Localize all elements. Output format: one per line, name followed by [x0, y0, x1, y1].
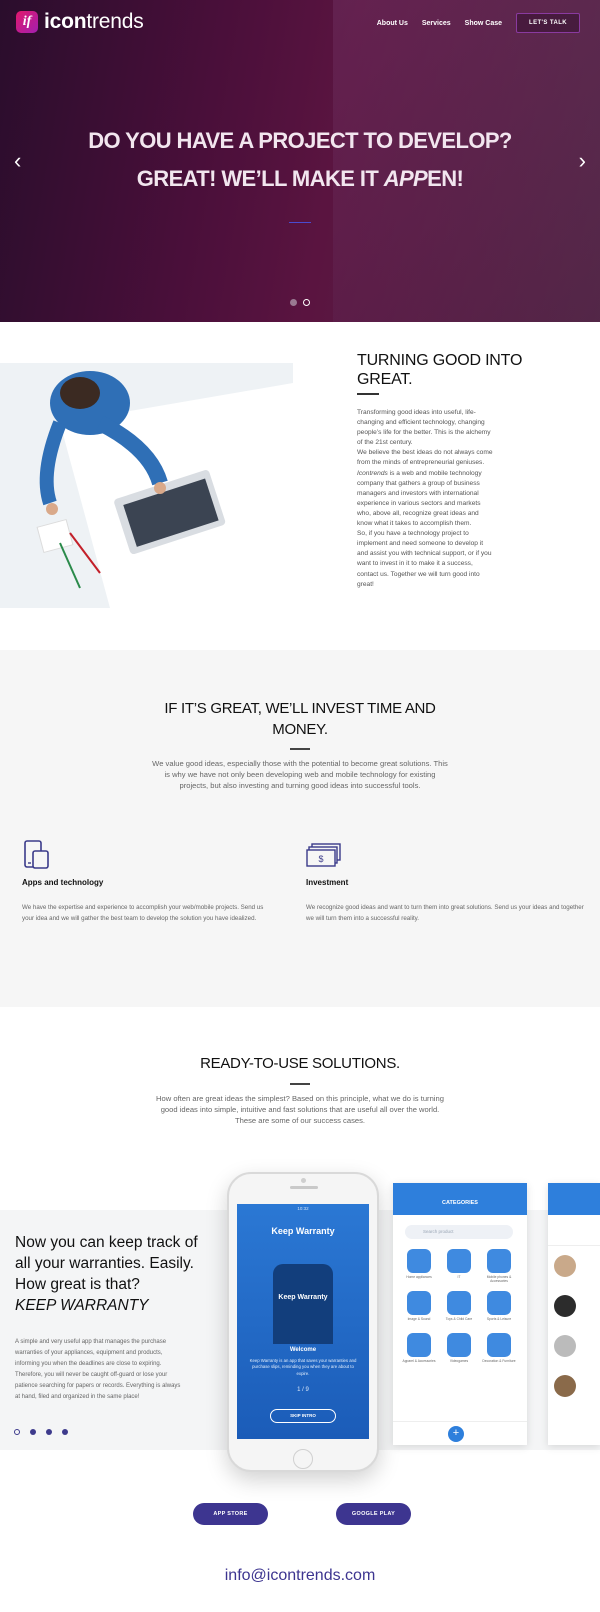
phone-camera	[301, 1178, 306, 1183]
home-button	[293, 1449, 313, 1469]
contact-email[interactable]: info@icontrends.com	[0, 1567, 600, 1585]
category-item[interactable]: Image & Sound	[399, 1291, 439, 1325]
categories-header: CATEGORIES	[393, 1183, 527, 1215]
category-grid: Home appliances IT Mobile phones & Acces…	[399, 1249, 521, 1367]
invest-body: We value good ideas, especially those wi…	[152, 759, 448, 790]
feature-apps-title: Apps and technology	[22, 878, 104, 887]
solutions-divider	[290, 1083, 310, 1085]
lets-talk-button[interactable]: LET'S TALK	[516, 13, 580, 33]
feature-investment-body: We recognize good ideas and want to turn…	[306, 904, 584, 922]
category-item[interactable]: Toys & Child Care	[439, 1291, 479, 1325]
invest-section: IF IT’S GREAT, WE’LL INVEST TIME AND MON…	[0, 650, 600, 1007]
promo-title: Now you can keep track of all your warra…	[15, 1234, 198, 1314]
sports-icon	[487, 1291, 511, 1315]
logo-wordmark: icontrends	[44, 10, 144, 33]
feature-apps-body: We have the expertise and experience to …	[22, 904, 264, 922]
category-item[interactable]: Decoration & Furniture	[479, 1333, 519, 1367]
main-nav: About Us Services Show Case LET'S TALK	[377, 13, 580, 33]
list-divider	[548, 1245, 600, 1246]
category-item[interactable]: Home appliances	[399, 1249, 439, 1283]
about-paragraph-3: So, if you have a technology project to …	[357, 530, 492, 588]
about-title: TURNING GOOD INTO GREAT.	[357, 352, 523, 388]
product-thumb	[554, 1295, 576, 1317]
logo-badge: if	[16, 11, 38, 33]
category-item[interactable]: Apparel & Accessories	[399, 1333, 439, 1367]
mobile-phone-icon	[487, 1249, 511, 1273]
nav-show-case[interactable]: Show Case	[465, 20, 502, 27]
about-paragraph-1: Transforming good ideas into useful, lif…	[357, 409, 491, 447]
hero-line-2: GREAT! WE’LL MAKE IT APPEN!	[136, 166, 464, 191]
product-search-input[interactable]: Search product	[405, 1225, 513, 1239]
slider-dot-1[interactable]	[290, 299, 297, 306]
product-thumb	[554, 1255, 576, 1277]
promo-slider-dots	[14, 1429, 68, 1435]
apparel-icon	[407, 1333, 431, 1357]
category-item[interactable]: Sports & Leisure	[479, 1291, 519, 1325]
hero-line-1: DO YOU HAVE A PROJECT TO DEVELOP?	[88, 128, 512, 153]
status-bar-time: 10:32	[297, 1206, 309, 1211]
inner-phone-graphic	[273, 1264, 333, 1344]
inner-phone-logo: Keep Warranty	[278, 1294, 328, 1301]
onboarding-pager: 1 / 9	[297, 1387, 309, 1393]
devices-icon	[22, 840, 50, 875]
feature-investment-title: Investment	[306, 878, 349, 887]
category-item[interactable]: IT	[439, 1249, 479, 1283]
sofa-icon	[487, 1333, 511, 1357]
gamepad-icon	[447, 1333, 471, 1357]
hero-section: if icontrends About Us Services Show Cas…	[0, 0, 600, 322]
add-item-button[interactable]: +	[448, 1426, 464, 1442]
category-item[interactable]: Videogames	[439, 1333, 479, 1367]
categories-title: CATEGORIES	[442, 1200, 478, 1206]
about-photo	[0, 363, 293, 608]
promo-dot-4[interactable]	[62, 1429, 68, 1435]
laptop-icon	[447, 1249, 471, 1273]
product-thumb	[554, 1335, 576, 1357]
welcome-heading: Welcome	[289, 1347, 317, 1353]
hero-headline: DO YOU HAVE A PROJECT TO DEVELOP? GREAT!…	[0, 122, 600, 198]
about-paragraph-2: We believe the best ideas do not always …	[357, 449, 493, 528]
solutions-title: READY-TO-USE SOLUTIONS.	[200, 1055, 400, 1072]
promo-dot-1[interactable]	[14, 1429, 20, 1435]
product-list-header	[548, 1183, 600, 1215]
money-icon: $	[306, 843, 342, 872]
tv-icon	[407, 1291, 431, 1315]
phone-speaker	[290, 1186, 318, 1189]
product-list-app-screen	[548, 1183, 600, 1445]
logo[interactable]: if icontrends	[16, 10, 144, 34]
promo-dot-2[interactable]	[30, 1429, 36, 1435]
google-play-button[interactable]: GOOGLE PLAY	[336, 1503, 411, 1525]
toy-icon	[447, 1291, 471, 1315]
phone-mockup: 10:32 Keep Warranty Keep Warranty Welcom…	[227, 1172, 379, 1472]
welcome-description: Keep Warranty is an app that saves your …	[249, 1358, 357, 1376]
skip-intro-button[interactable]: SKIP INTRO	[270, 1409, 336, 1423]
app-tab-bar: +	[393, 1421, 527, 1445]
svg-text:$: $	[318, 854, 323, 864]
about-divider	[357, 393, 379, 395]
keep-warranty-logo: Keep Warranty	[271, 1226, 335, 1236]
nav-services[interactable]: Services	[422, 20, 451, 27]
appliance-icon	[407, 1249, 431, 1273]
man-at-laptop-illustration	[0, 363, 293, 608]
nav-about-us[interactable]: About Us	[377, 20, 408, 27]
solutions-body: How often are great ideas the simplest? …	[156, 1094, 444, 1125]
about-body: Transforming good ideas into useful, lif…	[357, 408, 494, 590]
categories-app-screen: CATEGORIES Search product Home appliance…	[393, 1183, 527, 1445]
promo-dot-3[interactable]	[46, 1429, 52, 1435]
product-thumb	[554, 1375, 576, 1397]
category-item[interactable]: Mobile phones & Accessories	[479, 1249, 519, 1283]
hero-divider	[289, 222, 311, 223]
slider-dots	[290, 299, 310, 306]
slider-dot-2[interactable]	[303, 299, 310, 306]
invest-divider	[290, 748, 310, 750]
app-store-button[interactable]: APP STORE	[193, 1503, 268, 1525]
invest-title: IF IT’S GREAT, WE’LL INVEST TIME AND MON…	[164, 700, 436, 738]
keep-warranty-screen: 10:32 Keep Warranty Keep Warranty Welcom…	[237, 1204, 369, 1439]
promo-body: A simple and very useful app that manage…	[15, 1339, 181, 1400]
